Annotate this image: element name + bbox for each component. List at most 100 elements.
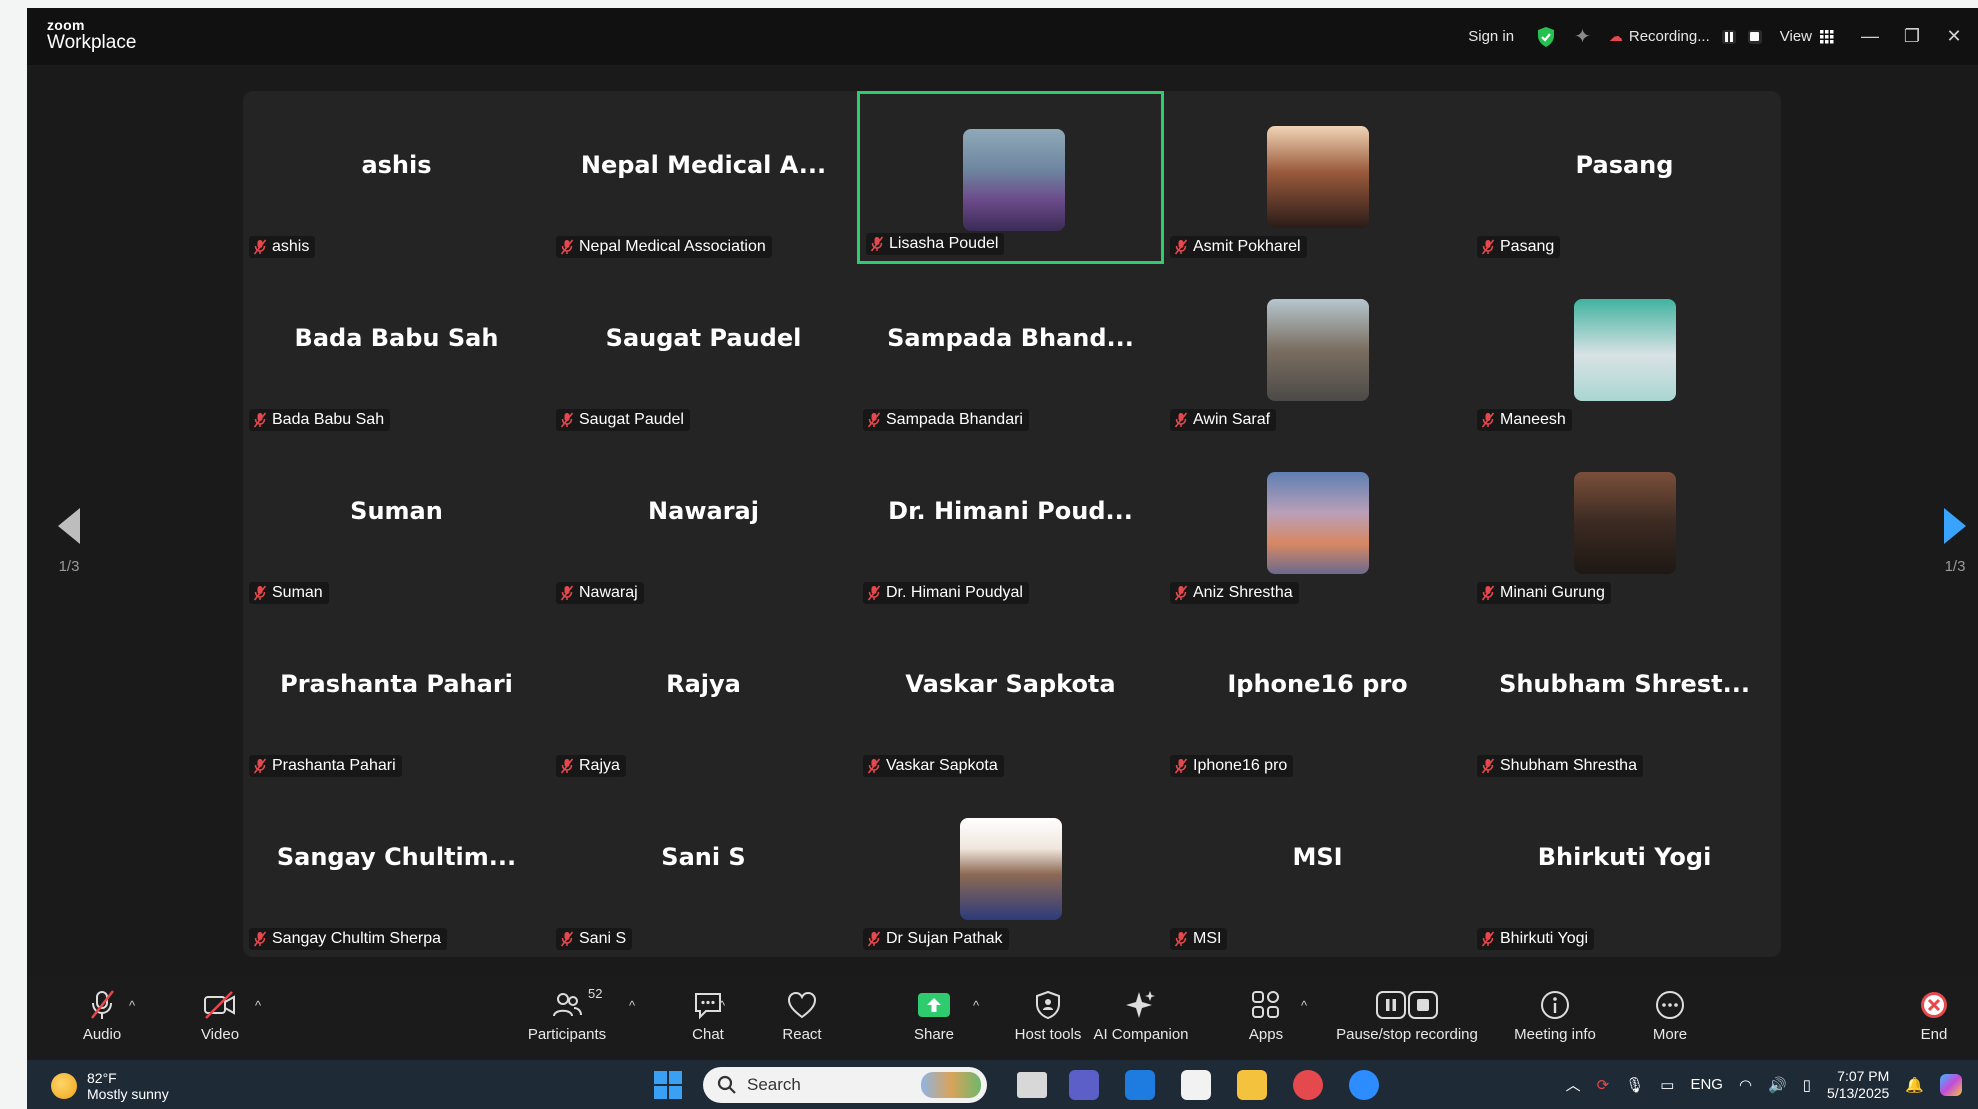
more-button[interactable]: More xyxy=(1637,976,1703,1060)
muted-mic-icon xyxy=(867,585,881,601)
participant-tile[interactable]: Awin Saraf xyxy=(1164,264,1471,437)
weather-widget[interactable]: 82°F Mostly sunny xyxy=(51,1070,169,1102)
close-icon[interactable]: ✕ xyxy=(1936,26,1972,47)
ai-companion-label: AI Companion xyxy=(1093,1026,1189,1043)
chat-button[interactable]: Chat xyxy=(675,976,741,1060)
pause-stop-recording-button[interactable]: Pause/stop recording xyxy=(1327,976,1487,1060)
participant-name: Dr Sujan Pathak xyxy=(886,930,1003,947)
restore-icon[interactable]: ❐ xyxy=(1894,26,1930,47)
muted-mic-icon xyxy=(1174,412,1188,428)
clock[interactable]: 7:07 PM 5/13/2025 xyxy=(1827,1068,1889,1102)
video-options-caret[interactable]: ^ xyxy=(255,998,261,1013)
participant-name-tag: Rajya xyxy=(556,755,626,777)
sign-in-link[interactable]: Sign in xyxy=(1468,28,1514,45)
previous-page-button[interactable]: 1/3 xyxy=(49,508,89,575)
meeting-info-button[interactable]: Meeting info xyxy=(1503,976,1607,1060)
encryption-shield-icon[interactable] xyxy=(1536,26,1556,48)
volume-icon[interactable]: 🔊 xyxy=(1768,1076,1787,1094)
participant-tile[interactable]: Maneesh xyxy=(1471,264,1778,437)
participant-name-tag: Pasang xyxy=(1477,236,1561,258)
participant-display-name: Sampada Bhand... xyxy=(887,324,1134,352)
minimize-icon[interactable]: — xyxy=(1852,26,1888,47)
participant-display-name: Prashanta Pahari xyxy=(280,670,513,698)
participant-tile[interactable]: Nawaraj Nawaraj xyxy=(550,437,857,610)
participant-tile[interactable]: Suman Suman xyxy=(243,437,550,610)
react-button[interactable]: React xyxy=(769,976,835,1060)
sync-icon[interactable]: ⟳ xyxy=(1597,1076,1610,1094)
video-button[interactable]: Video xyxy=(187,976,253,1060)
participant-tile[interactable]: Aniz Shrestha xyxy=(1164,437,1471,610)
participants-options-caret[interactable]: ^ xyxy=(629,998,635,1013)
apps-button[interactable]: Apps xyxy=(1233,976,1299,1060)
participant-tile[interactable]: Sangay Chultim... Sangay Chultim Sherpa xyxy=(243,783,550,956)
tray-expand-icon[interactable]: ︿ xyxy=(1566,1074,1581,1095)
end-meeting-button[interactable]: End xyxy=(1901,976,1967,1060)
battery-icon[interactable]: ▯ xyxy=(1803,1076,1811,1094)
participant-name-tag: Bhirkuti Yogi xyxy=(1477,928,1595,950)
participant-name-tag: Dr Sujan Pathak xyxy=(863,928,1009,950)
participant-tile[interactable]: Sampada Bhand... Sampada Bhandari xyxy=(857,264,1164,437)
participant-tile[interactable]: ashis ashis xyxy=(243,91,550,264)
participant-tile[interactable]: Minani Gurung xyxy=(1471,437,1778,610)
next-page-button[interactable]: 1/3 xyxy=(1935,508,1975,575)
muted-mic-icon xyxy=(560,239,574,255)
participant-tile[interactable]: Bada Babu Sah Bada Babu Sah xyxy=(243,264,550,437)
todo-icon[interactable] xyxy=(1293,1070,1323,1100)
participant-avatar xyxy=(963,129,1065,231)
microphone-icon[interactable]: 🎙 xyxy=(1625,1076,1644,1094)
mail-icon[interactable] xyxy=(1125,1070,1155,1100)
view-button[interactable]: View xyxy=(1780,28,1834,45)
participant-tile[interactable]: Sani S Sani S xyxy=(550,783,857,956)
task-view-icon[interactable] xyxy=(1017,1072,1047,1098)
participant-name-tag: Asmit Pokharel xyxy=(1170,236,1307,258)
share-options-caret[interactable]: ^ xyxy=(973,998,979,1013)
participant-tile[interactable]: Shubham Shrest... Shubham Shrestha xyxy=(1471,610,1778,783)
participant-tile[interactable]: Prashanta Pahari Prashanta Pahari xyxy=(243,610,550,783)
participant-tile[interactable]: Dr Sujan Pathak xyxy=(857,783,1164,956)
muted-mic-icon xyxy=(253,585,267,601)
wifi-icon[interactable]: ◠ xyxy=(1739,1076,1752,1094)
muted-mic-icon xyxy=(1174,239,1188,255)
notification-bell-icon[interactable]: 🔔 xyxy=(1905,1076,1924,1094)
participants-button[interactable]: 52 Participants xyxy=(517,976,617,1060)
ai-companion-button[interactable]: AI Companion xyxy=(1081,976,1201,1060)
zoom-taskbar-icon[interactable] xyxy=(1349,1070,1379,1100)
participant-tile[interactable]: MSI MSI xyxy=(1164,783,1471,956)
participant-name-tag: Saugat Paudel xyxy=(556,409,690,431)
muted-mic-icon xyxy=(1481,239,1495,255)
teams-icon[interactable] xyxy=(1069,1070,1099,1100)
react-label: React xyxy=(782,1026,822,1043)
participant-tile[interactable]: Rajya Rajya xyxy=(550,610,857,783)
apps-options-caret[interactable]: ^ xyxy=(1301,998,1307,1013)
taskbar-search[interactable]: Search xyxy=(703,1067,987,1103)
pause-recording-icon[interactable] xyxy=(1721,29,1736,44)
participant-tile[interactable]: Saugat Paudel Saugat Paudel xyxy=(550,264,857,437)
participant-tile[interactable]: Nepal Medical A... Nepal Medical Associat… xyxy=(550,91,857,264)
host-tools-button[interactable]: Host tools xyxy=(1005,976,1091,1060)
language-indicator[interactable]: ENG xyxy=(1690,1076,1723,1093)
chat-options-caret[interactable]: ^ xyxy=(719,998,725,1013)
participant-tile[interactable]: Vaskar Sapkota Vaskar Sapkota xyxy=(857,610,1164,783)
more-icon xyxy=(1654,988,1686,1022)
share-button[interactable]: Share xyxy=(901,976,967,1060)
participant-tile[interactable]: Bhirkuti Yogi Bhirkuti Yogi xyxy=(1471,783,1778,956)
stop-recording-icon[interactable] xyxy=(1747,29,1762,44)
file-explorer-icon[interactable] xyxy=(1237,1070,1267,1100)
muted-mic-icon xyxy=(560,931,574,947)
windows-start-icon[interactable] xyxy=(653,1070,683,1100)
participant-name-tag: Iphone16 pro xyxy=(1170,755,1294,777)
audio-options-caret[interactable]: ^ xyxy=(129,998,135,1013)
participant-tile[interactable]: Dr. Himani Poud... Dr. Himani Poudyal xyxy=(857,437,1164,610)
participant-display-name: Vaskar Sapkota xyxy=(905,670,1116,698)
copilot-icon[interactable] xyxy=(1940,1073,1962,1096)
audio-button[interactable]: Audio xyxy=(69,976,135,1060)
participant-tile[interactable]: Lisasha Poudel xyxy=(857,91,1164,264)
participant-tile[interactable]: Asmit Pokharel xyxy=(1164,91,1471,264)
sparkle-icon[interactable]: ✦ xyxy=(1574,24,1591,49)
muted-mic-icon xyxy=(867,758,881,774)
store-icon[interactable] xyxy=(1181,1070,1211,1100)
participant-tile[interactable]: Pasang Pasang xyxy=(1471,91,1778,264)
participant-tile[interactable]: Iphone16 pro Iphone16 pro xyxy=(1164,610,1471,783)
display-icon[interactable]: ▭ xyxy=(1660,1076,1674,1094)
participant-name: Sangay Chultim Sherpa xyxy=(272,930,441,947)
